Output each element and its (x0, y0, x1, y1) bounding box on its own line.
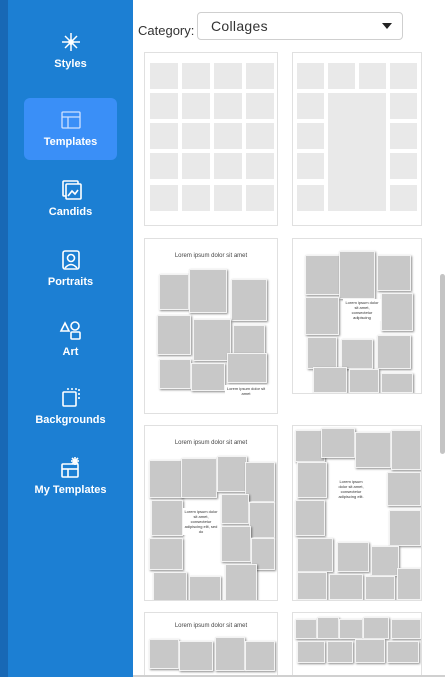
styles-icon (24, 30, 117, 54)
sidebar-item-portraits[interactable]: Portraits (24, 248, 117, 310)
templates-icon (24, 98, 117, 132)
template-card[interactable]: Lorem ipsum dolor sit amet, consectetur … (292, 425, 422, 601)
category-dropdown[interactable]: Collages (197, 12, 403, 40)
sidebar-edge (0, 0, 8, 677)
template-card[interactable] (144, 52, 278, 226)
sidebar-item-label: Styles (54, 58, 87, 70)
sidebar-item-label: Backgrounds (35, 414, 106, 426)
sidebar-item-backgrounds[interactable]: Backgrounds (24, 386, 117, 448)
template-card[interactable] (292, 612, 422, 677)
template-caption: Lorem ipsum dolor sit amet (225, 385, 267, 397)
scrollbar[interactable] (440, 274, 445, 454)
template-caption: Lorem ipsum dolor sit amet, consectetur … (335, 478, 367, 500)
sidebar-item-my-templates[interactable]: My Templates (24, 456, 117, 518)
portraits-icon (24, 248, 117, 272)
template-card[interactable]: Lorem ipsum dolor sit amet Lorem ipsum d… (144, 425, 278, 601)
sidebar-item-label: Candids (48, 206, 93, 218)
chevron-down-icon (382, 23, 392, 29)
category-header: Category: Collages (133, 0, 445, 52)
category-label: Category: (138, 23, 195, 38)
sidebar-item-art[interactable]: Art (24, 318, 117, 380)
template-caption: Lorem ipsum dolor sit amet, consectetur … (183, 508, 219, 535)
template-title: Lorem ipsum dolor sit amet (174, 253, 248, 259)
sidebar-item-candids[interactable]: Candids (24, 178, 117, 240)
sidebar: Styles Templates Candids Portraits Art B… (0, 0, 133, 677)
sidebar-item-label: My Templates (34, 484, 107, 496)
candids-icon (24, 178, 117, 202)
template-title: Lorem ipsum dolor sit amet (174, 623, 248, 629)
sidebar-item-label: Art (62, 346, 79, 358)
backgrounds-icon (24, 386, 117, 410)
template-card[interactable]: Lorem ipsum dolor sit amet (144, 612, 278, 677)
sidebar-item-templates[interactable]: Templates (24, 98, 117, 160)
sidebar-item-styles[interactable]: Styles (24, 30, 117, 92)
template-title: Lorem ipsum dolor sit amet (174, 440, 248, 446)
sidebar-item-label: Portraits (47, 276, 94, 288)
template-caption: Lorem ipsum dolor sit amet, consectetur … (343, 299, 381, 321)
category-value: Collages (211, 18, 268, 34)
template-grid: Lorem ipsum dolor sit amet Lorem ipsum d… (133, 52, 445, 677)
template-card[interactable]: Lorem ipsum dolor sit amet, consectetur … (292, 238, 422, 394)
sidebar-item-label: Templates (43, 136, 98, 148)
template-card[interactable] (292, 52, 422, 226)
my-templates-icon (24, 456, 117, 480)
art-icon (24, 318, 117, 342)
template-card[interactable]: Lorem ipsum dolor sit amet Lorem ipsum d… (144, 238, 278, 414)
